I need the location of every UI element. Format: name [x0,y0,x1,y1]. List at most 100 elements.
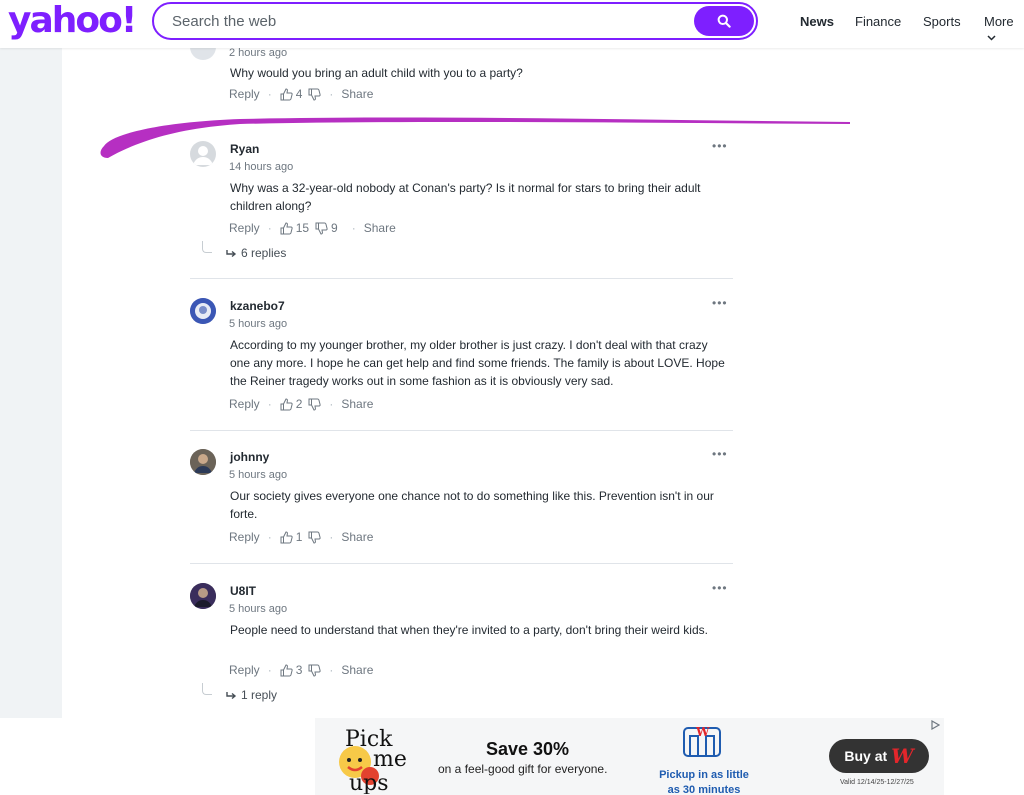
comment-time: 14 hours ago [229,161,294,173]
more-options-icon[interactable]: ••• [712,296,728,310]
comment-body: Our society gives everyone one chance no… [230,489,714,521]
user-avatar-icon [190,583,216,609]
adchoices-icon[interactable] [930,719,941,733]
separator: · [329,530,334,544]
search-bar [152,2,758,40]
comment-body: Why was a 32-year-old nobody at Conan's … [230,181,701,213]
thumbs-down-icon[interactable] [315,222,328,235]
separator: · [329,87,334,101]
like-count: 15 [295,221,310,235]
more-options-icon[interactable]: ••• [712,447,728,461]
comment-time: 5 hours ago [229,603,288,615]
ad-banner[interactable]: Pick me ups Save 30% on a feel-good gift… [315,718,944,795]
replies-count: 1 reply [241,688,278,702]
reply-button[interactable]: Reply [229,87,260,101]
comment-author[interactable]: Ryan [230,142,259,156]
thread-line [202,683,212,695]
reply-arrow-icon [226,249,237,257]
thumbs-up-icon[interactable] [280,221,293,235]
like-count: 3 [295,663,303,677]
comment-time: 5 hours ago [229,318,288,330]
store-pickup-icon: W [683,725,721,757]
pick-me-ups-logo-icon: Pick me ups [339,727,407,794]
left-gutter [0,48,62,718]
walgreens-logo: W [891,744,914,768]
avatar[interactable] [190,298,216,324]
comment-body: According to my younger brother, my olde… [230,338,725,388]
reply-button[interactable]: Reply [229,397,260,411]
ad-subtitle: on a feel-good gift for everyone. [438,762,608,776]
share-button[interactable]: Share [341,663,373,677]
like-count: 1 [295,530,303,544]
comment-divider [190,278,733,279]
yahoo-logo[interactable]: yahoo! [8,2,137,40]
comment-author[interactable]: U8IT [230,584,256,598]
search-icon [717,14,731,28]
comments-section: 2 hours ago Why would you bring an adult… [62,34,1024,718]
buy-at-button[interactable]: Buy at W [829,739,929,773]
like-count: 4 [295,87,303,101]
thumbs-up-icon[interactable] [280,87,293,101]
avatar[interactable] [190,449,216,475]
nav-more[interactable]: More [984,14,1024,44]
comment-body: People need to understand that when they… [230,623,708,637]
comment-time: 5 hours ago [229,469,288,481]
comment-time: 2 hours ago [229,47,288,59]
thumbs-down-icon[interactable] [308,398,322,411]
search-button[interactable] [694,6,754,36]
comment-divider [190,430,733,431]
comment-item: Ryan 14 hours ago ••• Why was a 32-year-… [190,139,735,279]
separator: · [267,530,272,544]
reply-button[interactable]: Reply [229,663,260,677]
separator: · [329,397,334,411]
user-avatar-icon [190,298,216,324]
thread-line [202,241,212,253]
nav-news[interactable]: News [800,14,834,29]
comment-actions: Reply · 1 · Share [229,530,373,544]
thumbs-down-icon[interactable] [308,664,322,677]
separator: · [267,397,272,411]
more-options-icon[interactable]: ••• [712,581,728,595]
user-avatar-icon [190,449,216,475]
comment-item: johnny 5 hours ago ••• Our society gives… [190,447,735,549]
separator: · [267,87,272,101]
search-input[interactable] [172,12,672,30]
share-button[interactable]: Share [341,397,373,411]
share-button[interactable]: Share [341,87,373,101]
comment-actions: Reply · 3 · Share [229,663,373,677]
avatar[interactable] [190,583,216,609]
svg-text:me: me [373,747,407,772]
thumbs-up-icon[interactable] [280,663,293,677]
default-avatar-icon [193,146,213,165]
thumbs-down-icon[interactable] [308,531,322,544]
dislike-count: 9 [331,221,338,235]
like-count: 2 [295,397,303,411]
view-replies-button[interactable]: 6 replies [226,246,286,260]
buy-at-label: Buy at [844,748,888,764]
reply-button[interactable]: Reply [229,221,260,235]
view-replies-button[interactable]: 1 reply [226,688,277,702]
nav-sports[interactable]: Sports [923,14,961,29]
separator: · [351,221,356,235]
ad-valid-dates: Valid 12/14/25-12/27/25 [840,779,914,786]
comment-actions: Reply · 4 · Share [229,87,373,101]
comment-author[interactable]: kzanebo7 [230,299,285,313]
thumbs-down-icon[interactable] [308,88,322,101]
comment-actions: Reply · 15 9 · Share [229,221,396,235]
share-button[interactable]: Share [341,530,373,544]
thumbs-up-icon[interactable] [280,530,293,544]
nav-finance[interactable]: Finance [855,14,901,29]
chevron-down-icon [987,35,996,41]
separator: · [267,221,272,235]
comment-author[interactable]: johnny [230,450,269,464]
nav-more-label: More [984,14,1014,29]
separator: · [267,663,272,677]
more-options-icon[interactable]: ••• [712,139,728,153]
reply-button[interactable]: Reply [229,530,260,544]
separator: · [329,663,334,677]
thumbs-up-icon[interactable] [280,397,293,411]
avatar[interactable] [190,141,216,167]
ad-pickup-text: Pickup in as little as 30 minutes [659,769,749,795]
replies-count: 6 replies [241,246,287,260]
share-button[interactable]: Share [364,221,396,235]
